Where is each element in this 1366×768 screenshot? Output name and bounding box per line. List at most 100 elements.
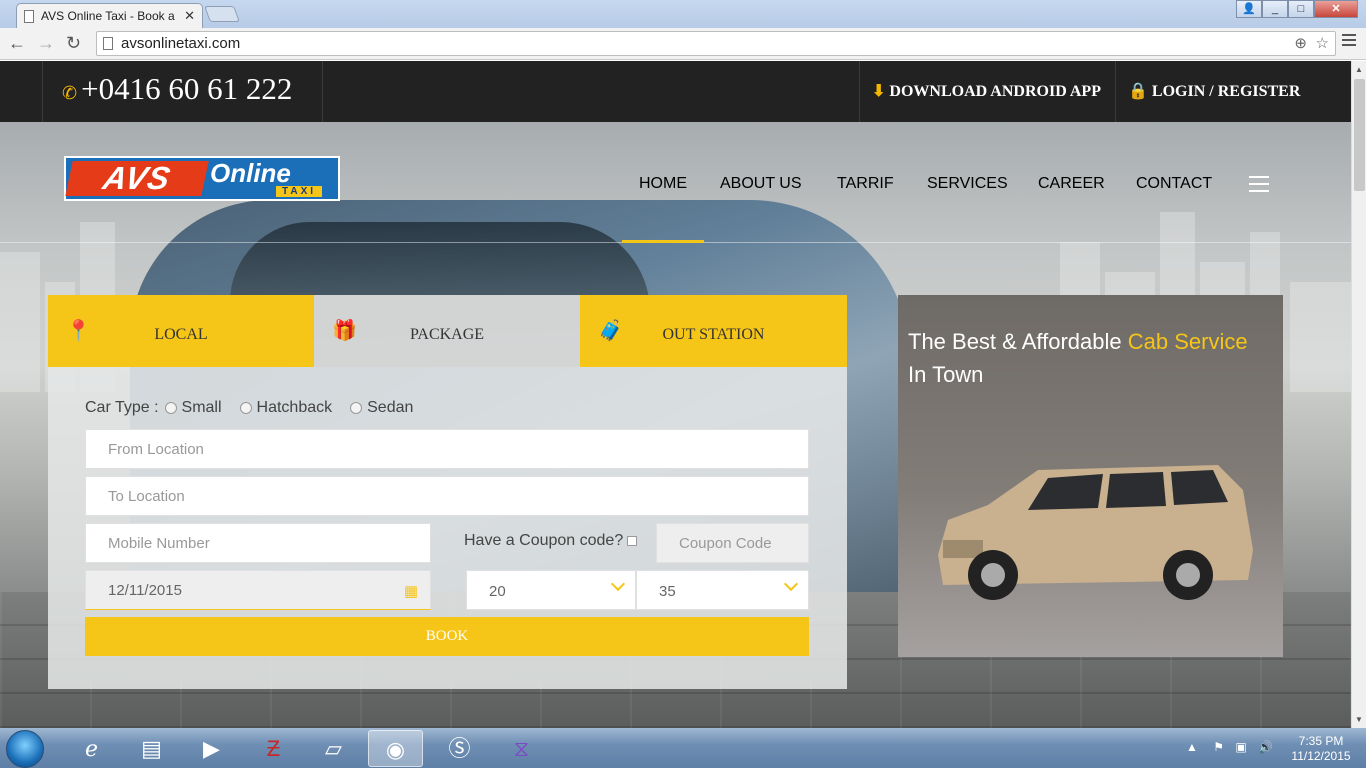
logo-taxi: TAXI: [276, 186, 323, 197]
zoom-icon[interactable]: ⊕: [1294, 34, 1307, 52]
address-bar[interactable]: avsonlinetaxi.com ⊕ ☆: [96, 31, 1336, 56]
notepad-icon[interactable]: ▱: [306, 730, 361, 767]
document-icon: [24, 10, 34, 23]
download-icon: ⬇: [872, 83, 886, 100]
back-icon[interactable]: ←: [8, 33, 26, 54]
chrome-menu-icon[interactable]: [1342, 34, 1356, 49]
browser-titlebar: AVS Online Taxi - Book a ✕ 👤 _ □ ✕: [0, 0, 1366, 28]
radio-small-label: Small: [181, 399, 222, 416]
page-scrollbar[interactable]: ▲ ▼: [1351, 61, 1366, 728]
reload-icon[interactable]: ↻: [66, 33, 81, 54]
start-button[interactable]: [6, 730, 44, 768]
nav-services[interactable]: SERVICES: [927, 175, 1008, 193]
ie-icon[interactable]: ℯ: [64, 730, 119, 767]
radio-hatchback[interactable]: [239, 402, 252, 414]
traveler-icon: 🧳: [598, 320, 623, 342]
bookmark-star-icon[interactable]: ☆: [1316, 34, 1329, 52]
nav-home[interactable]: HOME: [639, 175, 687, 193]
action-center-icon[interactable]: ⚑: [1213, 740, 1224, 754]
close-tab-icon[interactable]: ✕: [184, 8, 195, 24]
forward-icon[interactable]: →: [37, 33, 55, 54]
minute-value: 35: [659, 583, 676, 600]
nav-active-indicator: [622, 240, 704, 243]
site-logo[interactable]: AVS Online TAXI: [64, 156, 340, 201]
download-app-link[interactable]: ⬇ DOWNLOAD ANDROID APP: [872, 81, 1101, 101]
minimize-button[interactable]: _: [1262, 0, 1288, 18]
hero-section: AVS Online TAXI HOME ABOUT US TARRIF SER…: [0, 122, 1351, 728]
coupon-question-label: Have a Coupon code?: [464, 532, 624, 549]
skype-icon[interactable]: Ⓢ: [432, 730, 487, 767]
maximize-button[interactable]: □: [1288, 0, 1314, 18]
coupon-code-input[interactable]: Coupon Code: [656, 523, 809, 563]
date-value: 12/11/2015: [108, 582, 182, 599]
phone-number: ✆ +0416 60 61 222: [62, 71, 293, 106]
logo-avs: AVS: [65, 160, 209, 196]
url-text: avsonlinetaxi.com: [121, 35, 241, 52]
promo-text: The Best & Affordable Cab Service In Tow…: [908, 325, 1278, 391]
web-page: ✆ +0416 60 61 222 ⬇ DOWNLOAD ANDROID APP 🔒…: [0, 61, 1351, 728]
car-type-label: Car Type :: [85, 399, 159, 416]
tab-local[interactable]: 📍 LOCAL: [48, 295, 314, 367]
browser-tab[interactable]: AVS Online Taxi - Book a ✕: [16, 3, 203, 28]
nav-about-us[interactable]: ABOUT US: [720, 175, 802, 193]
nav-tarrif[interactable]: TARRIF: [837, 175, 894, 193]
radio-small[interactable]: [164, 402, 177, 414]
booking-tabs: 📍 LOCAL 🎁 PACKAGE 🧳 OUT STATION: [48, 295, 847, 367]
windows-taskbar: ℯ ▤ ▶ Ƶ ▱ ◉ Ⓢ ⧖ ▲ ⚑ ▣ 🔊 7:35 PM 11/12/20…: [0, 728, 1366, 768]
scrollbar-thumb[interactable]: [1354, 79, 1365, 191]
date-input[interactable]: 12/11/2015 ▦: [85, 570, 431, 610]
chevron-down-icon: [610, 576, 626, 592]
filezilla-icon[interactable]: Ƶ: [246, 730, 301, 767]
tab-package[interactable]: 🎁 PACKAGE: [314, 295, 580, 367]
hour-select[interactable]: 20: [466, 570, 636, 610]
minute-select[interactable]: 35: [636, 570, 809, 610]
from-location-input[interactable]: From Location: [85, 429, 809, 469]
book-button[interactable]: BOOK: [85, 617, 809, 656]
media-player-icon[interactable]: ▶: [184, 730, 239, 767]
tab-out-station[interactable]: 🧳 OUT STATION: [580, 295, 847, 367]
clock-time: 7:35 PM: [1298, 734, 1344, 748]
page-icon: [103, 37, 113, 50]
window-controls: 👤 _ □ ✕: [1236, 0, 1358, 20]
network-icon[interactable]: ▣: [1235, 740, 1246, 754]
top-contact-bar: ✆ +0416 60 61 222 ⬇ DOWNLOAD ANDROID APP 🔒…: [0, 61, 1351, 122]
chevron-down-icon: [783, 576, 799, 592]
browser-toolbar: ← → ↻ avsonlinetaxi.com ⊕ ☆: [0, 28, 1366, 60]
hamburger-menu-icon[interactable]: [1249, 176, 1269, 197]
system-clock[interactable]: 7:35 PM 11/12/2015: [1286, 734, 1356, 764]
promo-panel: The Best & Affordable Cab Service In Tow…: [898, 295, 1283, 657]
scroll-down-icon[interactable]: ▼: [1355, 715, 1363, 724]
calendar-icon[interactable]: ▦: [404, 582, 418, 600]
nav-career[interactable]: CAREER: [1038, 175, 1105, 193]
nav-contact[interactable]: CONTACT: [1136, 175, 1212, 193]
coupon-checkbox[interactable]: [627, 536, 638, 546]
new-tab-button[interactable]: [204, 6, 240, 22]
login-register-link[interactable]: 🔒 LOGIN / REGISTER: [1128, 81, 1300, 101]
radio-sedan[interactable]: [350, 402, 363, 414]
to-location-input[interactable]: To Location: [85, 476, 809, 516]
radio-hatchback-label: Hatchback: [256, 399, 333, 416]
scroll-up-icon[interactable]: ▲: [1355, 65, 1363, 74]
visual-studio-icon[interactable]: ⧖: [494, 730, 549, 767]
clock-date: 11/12/2015: [1291, 749, 1351, 763]
tab-title: AVS Online Taxi - Book a: [41, 9, 175, 23]
coupon-question: Have a Coupon code?: [464, 532, 638, 550]
innova-car-image: [938, 465, 1253, 600]
hour-value: 20: [489, 583, 506, 600]
promo-highlight: Cab Service: [1127, 329, 1248, 354]
close-window-button[interactable]: ✕: [1314, 0, 1358, 18]
mobile-number-input[interactable]: Mobile Number: [85, 523, 431, 563]
explorer-icon[interactable]: ▤: [124, 730, 179, 767]
user-icon[interactable]: 👤: [1236, 0, 1262, 18]
phone-icon: ✆: [62, 83, 78, 103]
radio-sedan-label: Sedan: [367, 399, 414, 416]
system-tray: ▲ ⚑ ▣ 🔊: [1186, 740, 1273, 754]
chrome-icon[interactable]: ◉: [368, 730, 423, 767]
show-hidden-icons[interactable]: ▲: [1186, 740, 1198, 754]
car-type-group: Car Type : Small Hatchback Sedan: [85, 399, 413, 417]
gift-icon: 🎁: [332, 320, 357, 342]
booking-form: 📍 LOCAL 🎁 PACKAGE 🧳 OUT STATION Car Type…: [48, 295, 847, 689]
promo-text-after: In Town: [908, 362, 984, 387]
map-pin-icon: 📍: [66, 320, 91, 342]
volume-icon[interactable]: 🔊: [1258, 740, 1273, 754]
